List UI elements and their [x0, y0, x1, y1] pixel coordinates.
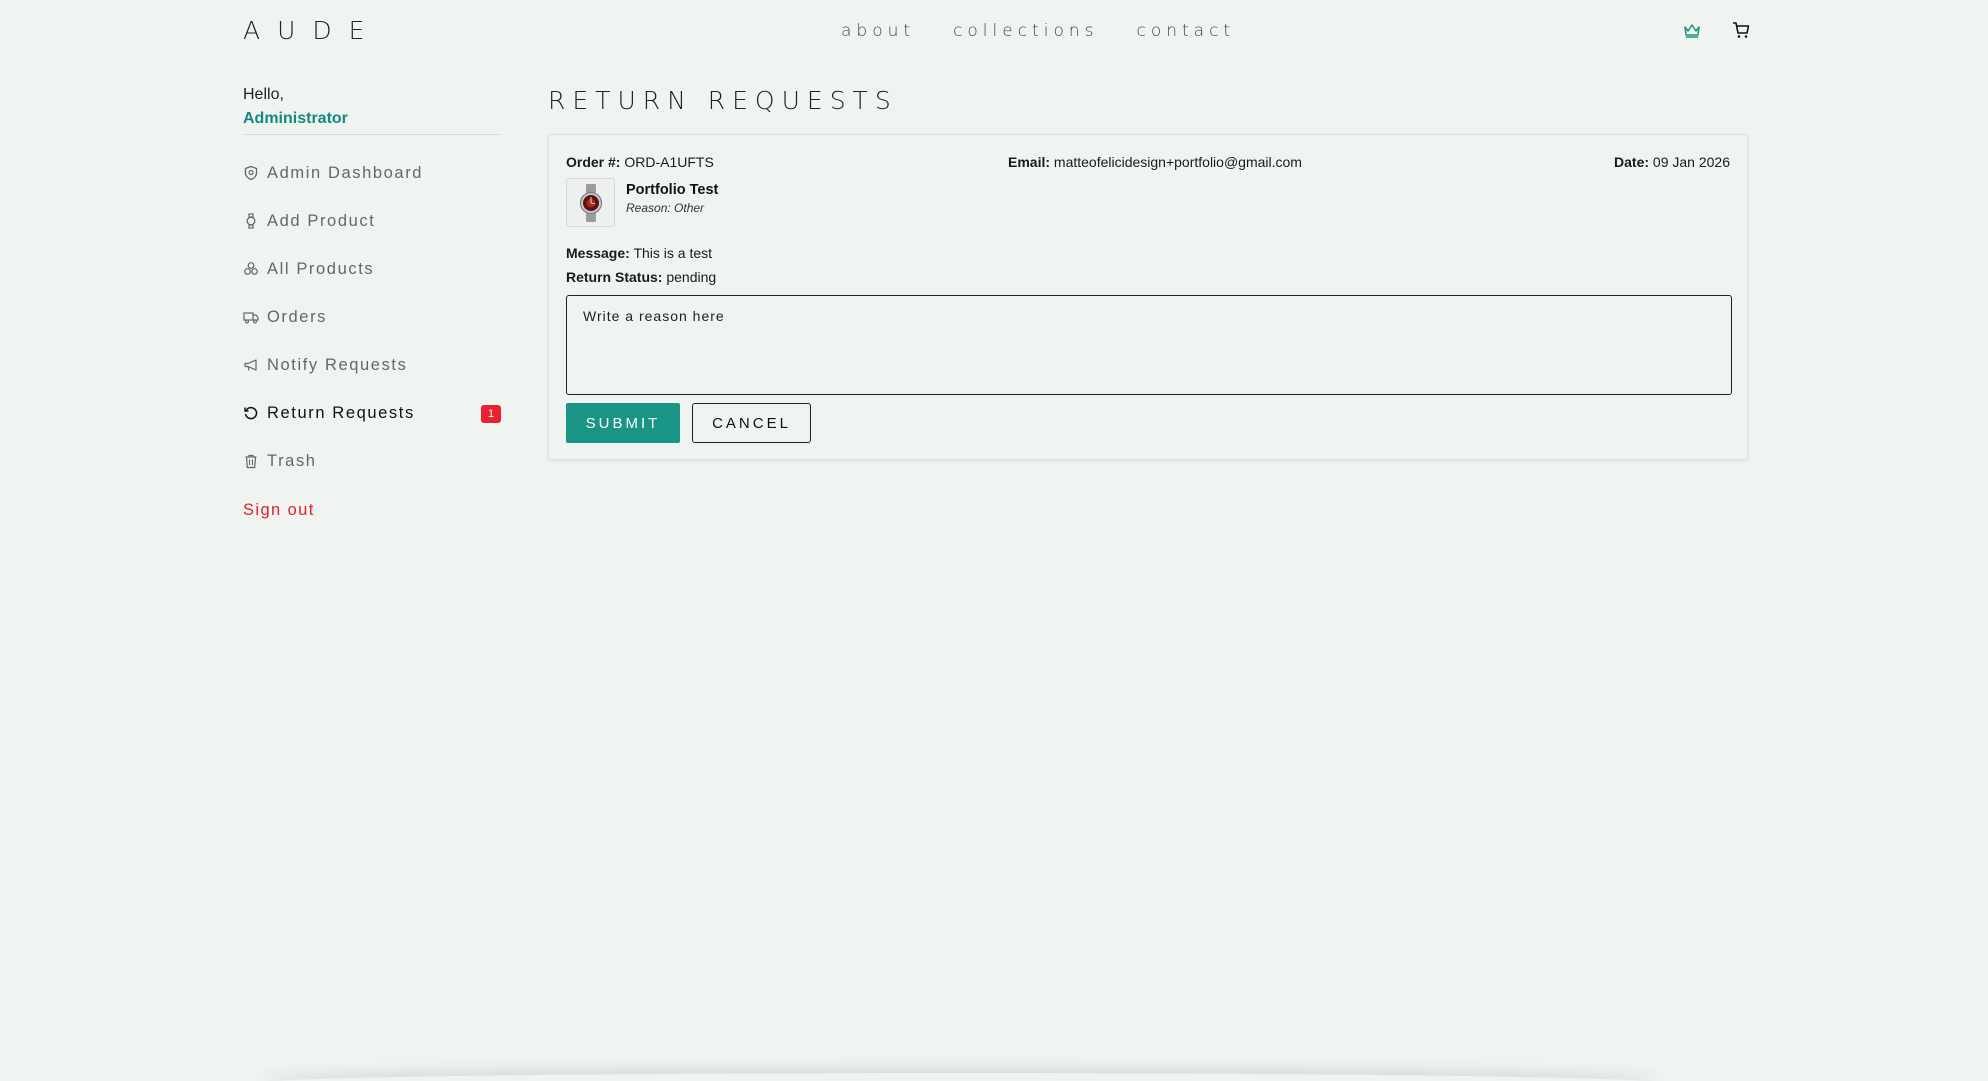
order-number: Order #: ORD-A1UFTS	[566, 154, 714, 170]
megaphone-icon	[243, 357, 259, 373]
admin-sidebar: Hello, Administrator Admin Dashboard Add…	[243, 86, 501, 527]
sidebar-item-trash[interactable]: Trash	[243, 437, 501, 485]
sidebar-item-add-product[interactable]: Add Product	[243, 197, 501, 245]
submit-button[interactable]: SUBMIT	[566, 403, 680, 443]
sidebar-menu: Admin Dashboard Add Product All Products…	[243, 149, 501, 485]
sidebar-item-label: Add Product	[267, 211, 376, 230]
sidebar-item-label: Trash	[267, 451, 317, 470]
crown-icon[interactable]	[1682, 20, 1702, 40]
product-info: Portfolio Test Reason: Other	[626, 182, 718, 215]
cart-icon[interactable]	[1731, 20, 1751, 40]
sidebar-item-label: Admin Dashboard	[267, 163, 424, 182]
watch-icon	[243, 213, 259, 229]
nav-collections[interactable]: collections	[953, 21, 1098, 41]
cancel-button[interactable]: CANCEL	[692, 403, 811, 443]
sidebar-item-return-requests[interactable]: Return Requests 1	[243, 389, 501, 437]
trash-icon	[243, 453, 259, 469]
greeting: Hello,	[243, 86, 284, 103]
product-reason: Reason: Other	[626, 201, 705, 215]
return-status: Return Status: pending	[566, 269, 717, 285]
returned-product: Portfolio Test Reason: Other	[566, 178, 718, 227]
nav-about[interactable]: about	[841, 21, 915, 41]
brand-logo[interactable]: AUDE	[243, 16, 381, 45]
sidebar-item-orders[interactable]: Orders	[243, 293, 501, 341]
request-date: Date: 09 Jan 2026	[1614, 154, 1730, 170]
request-meta-row: Order #: ORD-A1UFTS Email: matteofelicid…	[566, 154, 1730, 174]
sidebar-item-notify-requests[interactable]: Notify Requests	[243, 341, 501, 389]
nav-contact[interactable]: contact	[1136, 21, 1235, 41]
footer-edge	[260, 1073, 1660, 1081]
refresh-icon	[243, 405, 259, 421]
top-nav: about collections contact	[841, 21, 1235, 41]
sidebar-item-label: Notify Requests	[267, 355, 408, 374]
site-header: AUDE about collections contact	[0, 0, 1988, 64]
reason-textarea[interactable]	[566, 295, 1732, 395]
customer-email: Email: matteofelicidesign+portfolio@gmai…	[1008, 154, 1302, 170]
product-name: Portfolio Test	[626, 182, 719, 198]
request-message: Message: This is a test	[566, 245, 713, 261]
sidebar-item-label: Return Requests	[267, 403, 415, 422]
user-name: Administrator	[243, 110, 501, 135]
shield-icon	[243, 165, 259, 181]
page-title: RETURN REQUESTS	[548, 86, 898, 115]
grid-icon	[243, 261, 259, 277]
return-request-card: Order #: ORD-A1UFTS Email: matteofelicid…	[548, 134, 1748, 460]
sidebar-item-admin-dashboard[interactable]: Admin Dashboard	[243, 149, 501, 197]
sign-out-link[interactable]: Sign out	[243, 493, 501, 527]
sidebar-item-label: All Products	[267, 259, 375, 278]
sidebar-item-label: Orders	[267, 307, 328, 326]
sidebar-item-all-products[interactable]: All Products	[243, 245, 501, 293]
notification-badge: 1	[481, 405, 501, 423]
product-thumbnail	[566, 178, 615, 227]
truck-icon	[243, 309, 259, 325]
